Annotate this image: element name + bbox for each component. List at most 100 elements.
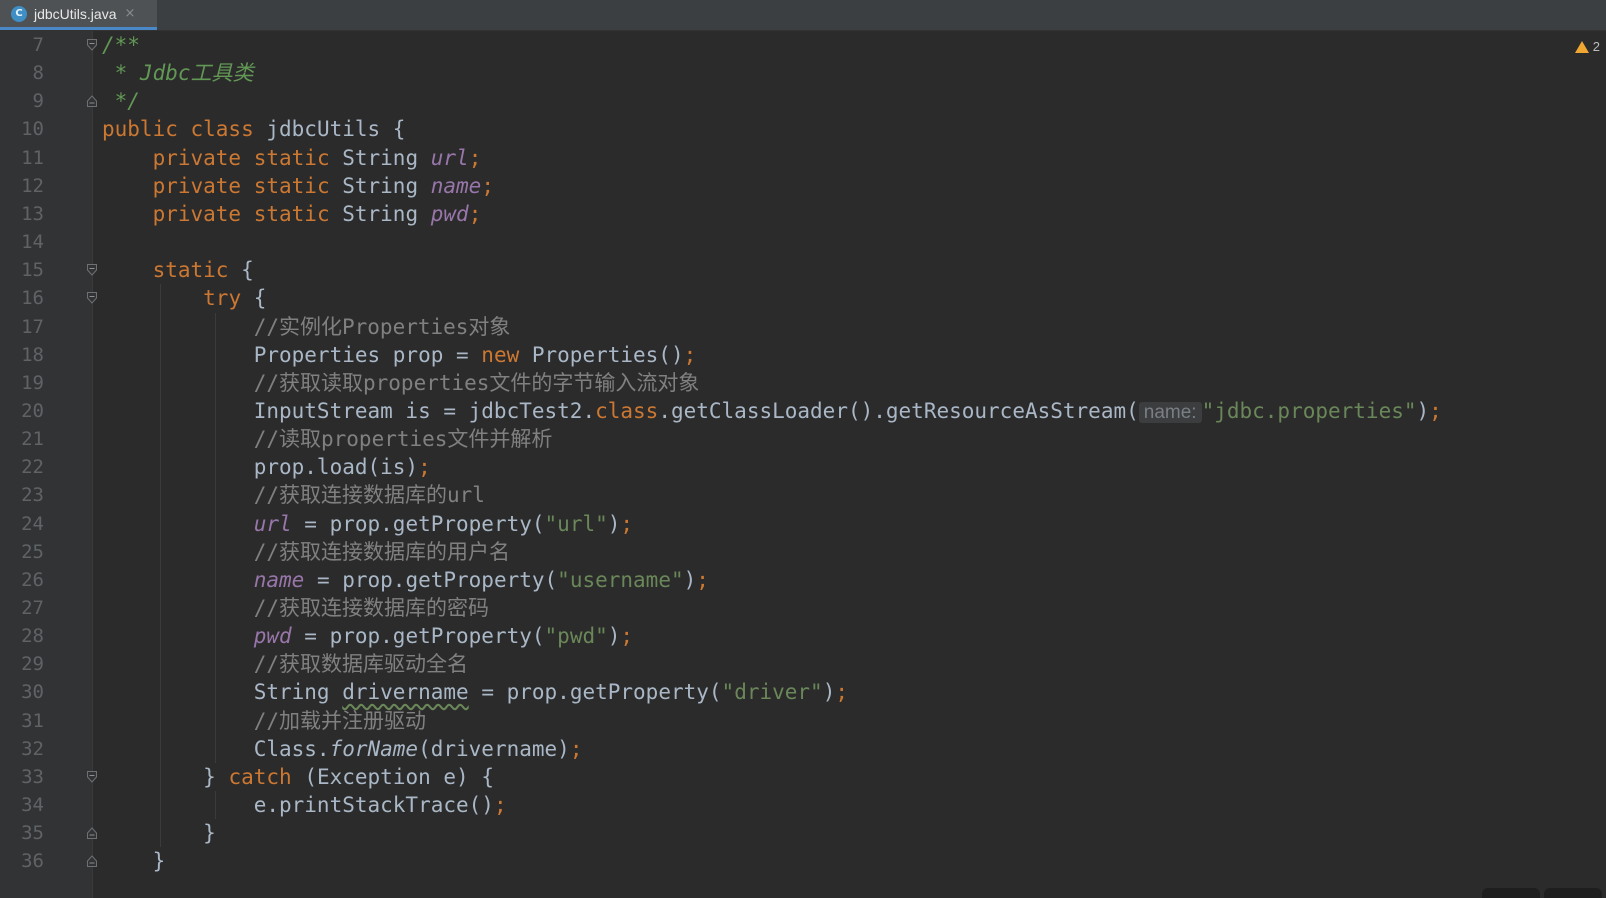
line-number: 11 [21,146,44,169]
code-token: //获取连接数据库的url [253,483,485,508]
code-token: url [430,145,469,170]
code-line[interactable]: //读取properties文件并解析 [102,425,553,454]
code-line[interactable]: //获取连接数据库的url [102,481,485,510]
code-line[interactable]: //获取读取properties文件的字节输入流对象 [102,369,700,398]
line-number: 9 [32,90,44,113]
line-number: 32 [21,737,44,760]
code-line[interactable]: Class.forName(drivername); [102,735,583,764]
code-line[interactable]: Properties prop = new Properties(); [102,341,697,370]
line-number: 21 [21,428,44,451]
fold-open-icon[interactable] [87,292,97,305]
line-number: 7 [32,34,44,56]
java-class-icon: C [11,5,27,22]
code-token: private static [152,145,343,170]
code-line[interactable]: } [102,847,166,876]
code-token: ; [418,455,431,480]
code-token: = prop.getProperty( [291,511,545,536]
code-token: { [253,286,267,311]
line-number: 20 [21,399,44,422]
code-line[interactable]: * Jdbc工具类 [102,59,254,88]
line-number: 8 [32,62,44,85]
line-number: 15 [21,259,44,282]
code-line[interactable]: //获取连接数据库的密码 [102,594,489,623]
fold-close-icon[interactable] [87,855,97,868]
code-token: private static [152,201,343,226]
code-token: ; [493,793,507,818]
code-token: ) [1416,398,1430,423]
code-line[interactable]: InputStream is = jdbcTest2.class.getClas… [102,397,1442,426]
code-token: "driver" [721,680,823,705]
editor-tab-bar: C jdbcUtils.java × [0,0,1606,31]
code-token: .getClassLoader().getResourceAsStream( [658,398,1139,423]
code-token: ) [683,567,697,592]
code-token: ; [468,201,482,226]
warning-count: 2 [1592,39,1600,54]
fold-open-icon[interactable] [87,264,97,276]
code-line[interactable]: public class jdbcUtils { [102,115,405,144]
code-token: ; [468,145,482,170]
code-line[interactable]: static { [102,256,254,285]
code-token: Class. [253,736,330,761]
line-number: 24 [21,512,44,535]
code-line[interactable]: //加载并注册驱动 [102,707,426,736]
code-line[interactable]: e.printStackTrace(); [102,791,507,820]
code-line[interactable]: //实例化Properties对象 [102,313,511,342]
scrollbar-button-left[interactable] [1482,888,1540,898]
code-token: //加载并注册驱动 [253,708,427,733]
code-line[interactable]: String drivername = prop.getProperty("dr… [102,678,848,707]
line-number: 22 [21,456,44,479]
code-line[interactable]: private static String pwd; [102,200,482,229]
scrollbar-button-right[interactable] [1544,888,1602,898]
fold-open-icon[interactable] [87,39,97,51]
code-token: ; [683,342,697,367]
line-number: 13 [21,202,44,225]
code-token: url [253,511,292,536]
code-token: String [342,145,431,170]
code-token: static [152,258,242,283]
code-token: Properties() [531,342,684,367]
code-line[interactable]: try { [102,284,266,313]
code-line[interactable]: private static String name; [102,172,494,201]
code-token: { [241,258,254,283]
code-line[interactable]: prop.load(is); [102,453,431,482]
fold-close-icon[interactable] [87,95,97,108]
fold-open-icon[interactable] [87,770,97,783]
code-token: /** [102,33,140,57]
inspection-widget[interactable]: 2 [1574,39,1600,54]
code-token: ) [607,511,621,536]
code-token: catch [228,764,305,789]
tab-jdbcutils-java[interactable]: C jdbcUtils.java × [0,0,157,30]
line-number: 34 [21,794,44,817]
code-token: //实例化Properties对象 [253,314,511,339]
code-token: ; [1429,398,1442,423]
line-number: 36 [21,850,44,873]
code-line[interactable]: } [102,819,216,848]
code-line[interactable]: //获取数据库驱动全名 [102,650,468,679]
code-editor[interactable]: 7 8 9 10 11 12 13 14 15 16 17 18 19 20 21 22 23 24 25 26 27 2… [0,31,1606,898]
code-token: //获取读取properties文件的字节输入流对象 [253,370,700,395]
code-token: name [430,173,482,198]
line-number: 30 [21,681,44,704]
line-number: 28 [21,625,44,648]
code-line[interactable]: url = prop.getProperty("url"); [102,510,633,539]
code-token: ; [481,173,494,198]
line-number: 31 [21,709,44,732]
code-line[interactable]: pwd = prop.getProperty("pwd"); [102,622,633,651]
line-number: 27 [21,597,44,619]
code-token: drivername [342,680,469,705]
line-number: 33 [21,765,44,788]
close-icon[interactable]: × [124,6,135,21]
code-line[interactable]: //获取连接数据库的用户名 [102,538,510,567]
fold-close-icon[interactable] [87,827,97,840]
code-line[interactable]: */ [102,87,140,116]
code-token: } [203,764,229,789]
code-token: ) [822,680,836,705]
code-token: prop.load(is) [253,455,419,480]
code-token: String [253,680,343,705]
code-line[interactable]: name = prop.getProperty("username"); [102,566,709,595]
code-line[interactable]: private static String url; [102,144,482,173]
code-line[interactable]: /** [102,31,140,60]
code-token: InputStream is = jdbcTest2. [253,398,596,423]
code-line[interactable]: } catch (Exception e) { [102,763,494,792]
code-token: ; [696,567,709,592]
